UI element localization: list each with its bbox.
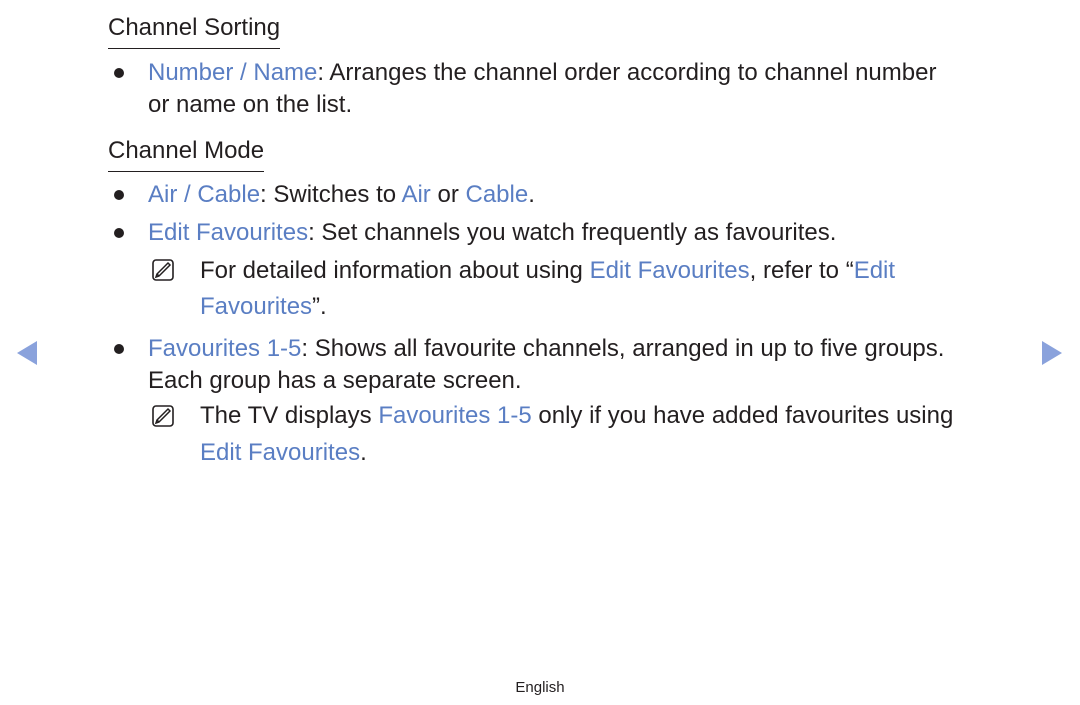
term-air: Air: [401, 181, 431, 208]
text: ”.: [312, 293, 327, 320]
text: or: [430, 181, 466, 208]
text: : Switches to: [260, 181, 402, 208]
desc-cont: Each group has a separate screen.: [148, 367, 522, 394]
footer-language: English: [515, 679, 565, 696]
text: only if you have added favourites using: [531, 402, 954, 429]
heading-channel-sorting: Channel Sorting: [108, 14, 281, 49]
note-edit-favourites: For detailed information about using Edi…: [200, 256, 895, 286]
text: .: [360, 439, 367, 466]
bullet: [114, 68, 124, 78]
term-favourites: Favourites: [200, 293, 313, 320]
prev-page-arrow-icon[interactable]: [17, 341, 37, 365]
term-number-name: Number / Name: [148, 59, 318, 86]
text: For detailed information about using: [200, 257, 590, 284]
term-edit-favourites: Edit Favourites: [200, 439, 361, 466]
bullet: [114, 228, 124, 238]
next-page-arrow-icon[interactable]: [1042, 341, 1062, 365]
desc: : Set channels you watch frequently as f…: [308, 219, 837, 246]
note-favourites-1-5: The TV displays Favourites 1-5 only if y…: [200, 401, 953, 431]
note-cont: Edit Favourites.: [200, 438, 367, 468]
text: , refer to “: [749, 257, 854, 284]
term-edit-favourites: Edit Favourites: [589, 257, 750, 284]
term-edit: Edit: [853, 257, 896, 284]
item-edit-favourites: Edit Favourites: Set channels you watch …: [148, 218, 836, 248]
term-air-cable: Air / Cable: [148, 181, 261, 208]
term-favourites-1-5: Favourites 1-5: [148, 335, 302, 362]
desc: : Arranges the channel order according t…: [317, 59, 937, 86]
term-favourites-1-5: Favourites 1-5: [378, 402, 532, 429]
bullet: [114, 344, 124, 354]
text: .: [528, 181, 535, 208]
bullet: [114, 190, 124, 200]
note-icon: [152, 405, 174, 427]
desc: : Shows all favourite channels, arranged…: [301, 335, 945, 362]
note-cont: Favourites”.: [200, 292, 327, 322]
term-cable: Cable: [465, 181, 529, 208]
item-air-cable: Air / Cable: Switches to Air or Cable.: [148, 180, 535, 210]
term-edit-favourites: Edit Favourites: [148, 219, 309, 246]
note-icon: [152, 259, 174, 281]
heading-channel-mode: Channel Mode: [108, 137, 265, 172]
item-favourites-1-5: Favourites 1-5: Shows all favourite chan…: [148, 334, 944, 364]
item-number-name: Number / Name: Arranges the channel orde…: [148, 58, 936, 88]
text: The TV displays: [200, 402, 379, 429]
desc-cont: or name on the list.: [148, 91, 353, 118]
